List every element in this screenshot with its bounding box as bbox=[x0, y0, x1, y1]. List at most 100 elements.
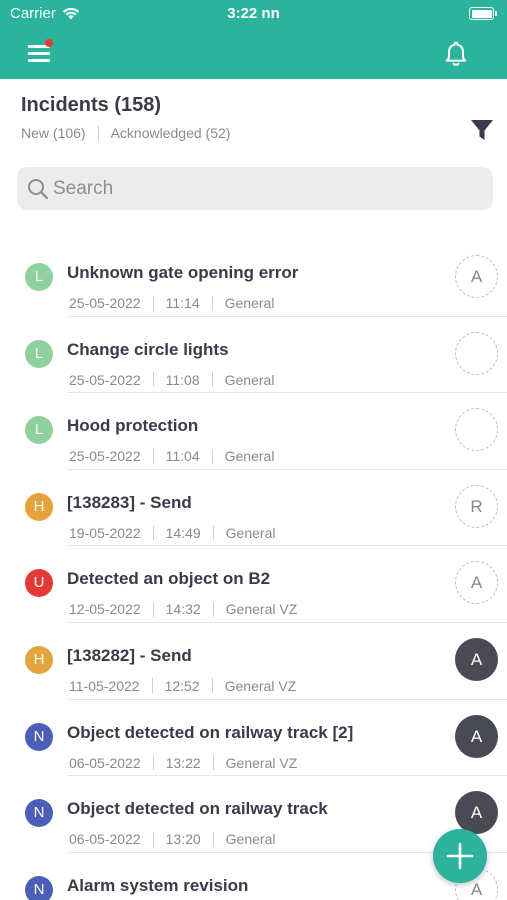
notification-dot bbox=[45, 39, 53, 47]
app-bar bbox=[0, 28, 507, 79]
incident-meta: 25-05-2022 11:08 General bbox=[69, 372, 274, 388]
meta-divider bbox=[152, 525, 154, 541]
incident-category: General bbox=[224, 448, 275, 465]
incident-title: Hood protection bbox=[67, 416, 199, 436]
priority-badge: N bbox=[25, 799, 53, 828]
assignee-avatar[interactable]: A bbox=[455, 714, 498, 758]
assignee-avatar[interactable]: A bbox=[455, 637, 498, 681]
priority-badge: L bbox=[25, 416, 53, 445]
meta-divider bbox=[211, 678, 213, 694]
filter-icon[interactable] bbox=[469, 117, 495, 143]
incident-time: 11:04 bbox=[165, 448, 200, 465]
incident-category: General VZ bbox=[225, 754, 298, 771]
status-tabs: New (106) Acknowledged (52) bbox=[21, 125, 230, 141]
incident-row[interactable]: U Detected an object on B2 12-05-2022 14:32… bbox=[0, 546, 507, 623]
incident-date: 25-05-2022 bbox=[69, 371, 141, 388]
meta-divider bbox=[152, 295, 154, 311]
incident-title: Object detected on railway track [2] bbox=[67, 722, 354, 742]
assignee-avatar[interactable]: R bbox=[455, 484, 498, 528]
incident-title: Object detected on railway track bbox=[67, 799, 328, 819]
meta-divider bbox=[212, 755, 214, 771]
hamburger-menu-icon[interactable] bbox=[26, 39, 56, 66]
incident-row[interactable]: N Object detected on railway track [2] 06-… bbox=[0, 700, 507, 777]
assignee-avatar[interactable] bbox=[455, 408, 498, 452]
incident-row[interactable]: L Change circle lights 25-05-2022 11:08 Gene… bbox=[0, 317, 507, 394]
tab-new[interactable]: New (106) bbox=[21, 125, 86, 141]
incident-title: Detected an object on B2 bbox=[67, 569, 271, 589]
meta-divider bbox=[211, 448, 213, 464]
status-bar: Carrier 3:22 nn bbox=[0, 0, 507, 28]
incident-time: 14:49 bbox=[165, 524, 201, 541]
incident-title: [138282] - Send bbox=[67, 645, 192, 665]
bell-icon[interactable] bbox=[443, 40, 469, 68]
add-incident-button[interactable] bbox=[433, 829, 487, 883]
priority-badge: H bbox=[25, 492, 53, 521]
incident-time: 14:32 bbox=[165, 601, 201, 618]
meta-divider bbox=[211, 295, 213, 311]
incident-category: General bbox=[224, 295, 275, 311]
incident-time: 11:14 bbox=[165, 295, 200, 311]
incident-date: 06-05-2022 bbox=[69, 754, 141, 771]
meta-divider bbox=[152, 831, 154, 847]
incident-meta: 06-05-2022 13:20 General bbox=[69, 831, 275, 847]
incident-meta: 25-05-2022 11:04 General bbox=[69, 448, 274, 464]
meta-divider bbox=[152, 448, 154, 464]
incident-date: 19-05-2022 bbox=[69, 524, 141, 541]
meta-divider bbox=[152, 601, 154, 617]
search-input[interactable] bbox=[53, 167, 483, 210]
incident-meta: 19-05-2022 14:49 General bbox=[69, 525, 275, 541]
search-icon bbox=[28, 179, 49, 200]
incident-meta: 12-05-2022 14:32 General VZ bbox=[69, 601, 297, 617]
incident-date: 12-05-2022 bbox=[69, 601, 141, 618]
incident-row[interactable]: H [138282] - Send 11-05-2022 12:52 General V… bbox=[0, 623, 507, 700]
battery-icon bbox=[469, 7, 497, 20]
incident-category: General bbox=[225, 524, 276, 541]
priority-badge: L bbox=[25, 263, 53, 291]
incident-category: General VZ bbox=[224, 677, 297, 694]
incident-meta: 25-05-2022 11:14 General bbox=[69, 295, 274, 311]
meta-divider bbox=[152, 755, 154, 771]
incident-time: 11:08 bbox=[165, 371, 200, 388]
incident-meta: 06-05-2022 13:22 General VZ bbox=[69, 755, 297, 771]
tab-acknowledged[interactable]: Acknowledged (52) bbox=[111, 125, 231, 141]
search-bar bbox=[17, 167, 493, 210]
incident-row[interactable]: H [138283] - Send 19-05-2022 14:49 General R bbox=[0, 470, 507, 547]
incident-meta: 11-05-2022 12:52 General VZ bbox=[69, 678, 296, 694]
incident-row[interactable]: L Unknown gate opening error 25-05-2022 11:… bbox=[0, 240, 507, 317]
priority-badge: N bbox=[25, 875, 53, 900]
incident-row[interactable]: N Alarm system revision A bbox=[0, 853, 507, 900]
incident-time: 13:22 bbox=[165, 754, 201, 771]
incident-row[interactable]: L Hood protection 25-05-2022 11:04 General bbox=[0, 393, 507, 470]
incident-category: General VZ bbox=[225, 601, 298, 618]
meta-divider bbox=[212, 525, 214, 541]
incident-title: Change circle lights bbox=[67, 339, 229, 359]
incident-category: General bbox=[225, 831, 276, 848]
incident-row[interactable]: N Object detected on railway track 06-05-2… bbox=[0, 776, 507, 853]
priority-badge: H bbox=[25, 645, 53, 674]
incident-date: 11-05-2022 bbox=[69, 677, 140, 694]
assignee-avatar[interactable]: A bbox=[455, 561, 498, 605]
plus-icon bbox=[446, 842, 474, 870]
incident-date: 25-05-2022 bbox=[69, 448, 141, 465]
priority-badge: N bbox=[25, 722, 53, 751]
meta-divider bbox=[211, 372, 213, 388]
incident-time: 13:20 bbox=[165, 831, 201, 848]
assignee-avatar[interactable] bbox=[455, 331, 498, 375]
tab-divider bbox=[97, 125, 99, 141]
incidents-header: Incidents (158) New (106) Acknowledged (… bbox=[0, 79, 507, 159]
assignee-avatar[interactable]: A bbox=[455, 791, 498, 835]
incident-date: 06-05-2022 bbox=[69, 831, 141, 848]
incident-title: Unknown gate opening error bbox=[67, 263, 299, 282]
meta-divider bbox=[151, 678, 153, 694]
incident-date: 25-05-2022 bbox=[69, 295, 141, 311]
incident-title: Alarm system revision bbox=[67, 875, 249, 895]
priority-badge: L bbox=[25, 339, 53, 368]
incident-title: [138283] - Send bbox=[67, 492, 192, 512]
assignee-avatar[interactable]: A bbox=[455, 255, 498, 298]
meta-divider bbox=[212, 601, 214, 617]
incident-time: 12:52 bbox=[164, 677, 200, 694]
priority-badge: U bbox=[25, 569, 53, 598]
status-time: 3:22 nn bbox=[227, 5, 280, 22]
incident-category: General bbox=[224, 371, 275, 388]
incident-list: L Unknown gate opening error 25-05-2022 11:… bbox=[0, 240, 507, 900]
